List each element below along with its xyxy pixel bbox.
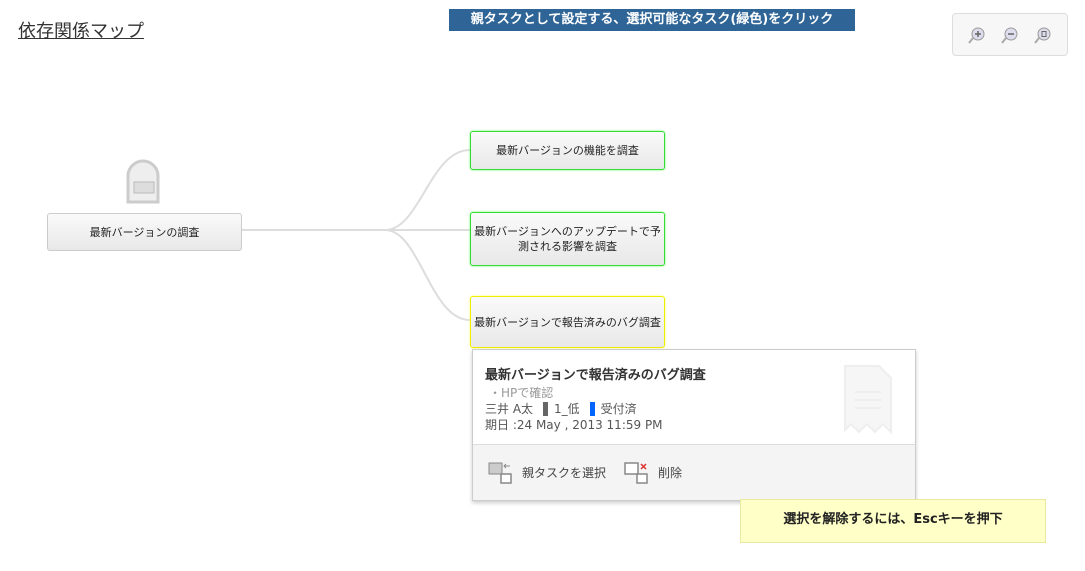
status-marker: [589, 401, 595, 416]
selected-task-node[interactable]: 最新バージョンで報告済みのバグ調査: [470, 296, 665, 348]
delete-icon: [624, 461, 648, 484]
delete-label: 削除: [658, 466, 683, 480]
select-parent-button[interactable]: 親タスクを選択: [488, 462, 606, 484]
due-date: 期日 :24 May , 2013 11:59 PM: [485, 418, 663, 432]
priority: 1_低: [554, 402, 580, 416]
root-task-node[interactable]: 最新バージョンの調査: [47, 213, 242, 251]
esc-hint-tooltip: 選択を解除するには、Escキーを押下: [740, 499, 1046, 543]
assignee: 三井 A太: [485, 402, 534, 416]
select-parent-label: 親タスクを選択: [522, 466, 607, 480]
child-task-node[interactable]: 最新バージョンの機能を調査: [470, 131, 665, 170]
popup-title: 最新バージョンで報告済みのバグ調査: [485, 368, 706, 383]
task-detail-popup: 最新バージョンで報告済みのバグ調査 ・HPで確認 三井 A太 1_低 受付済 期…: [472, 349, 916, 501]
task-description: ・HPで確認: [489, 386, 554, 400]
child-task-node[interactable]: 最新バージョンへのアップデートで予測される影響を調査: [470, 212, 665, 266]
select-parent-icon: [488, 462, 512, 484]
delete-button[interactable]: 削除: [624, 461, 683, 484]
document-icon: [844, 365, 892, 434]
status: 受付済: [600, 402, 637, 416]
priority-marker: [543, 401, 549, 416]
lock-icon: [126, 159, 160, 204]
